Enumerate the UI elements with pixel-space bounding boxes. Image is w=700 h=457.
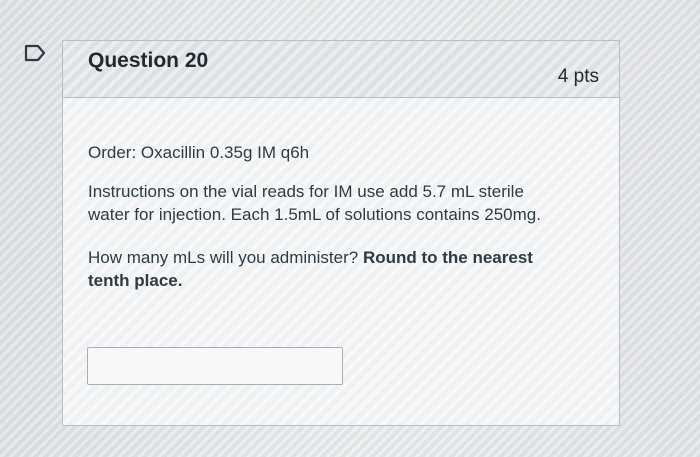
question-body: Order: Oxacillin 0.35g IM q6h Instructio… — [88, 141, 568, 292]
question-title: Question 20 — [88, 49, 209, 72]
question-card: Question 20 4 pts Order: Oxacillin 0.35g… — [62, 40, 620, 426]
flag-icon[interactable] — [24, 44, 46, 62]
instructions-text: Instructions on the vial reads for IM us… — [88, 182, 541, 224]
question-prompt: How many mLs will you administer? Round … — [88, 246, 568, 292]
prompt-text: How many mLs will you administer? — [88, 248, 359, 267]
order-text: Order: Oxacillin 0.35g IM q6h — [88, 143, 310, 162]
question-points: 4 pts — [557, 66, 599, 87]
question-header: Question 20 4 pts — [63, 41, 619, 98]
answer-input[interactable] — [87, 347, 343, 385]
